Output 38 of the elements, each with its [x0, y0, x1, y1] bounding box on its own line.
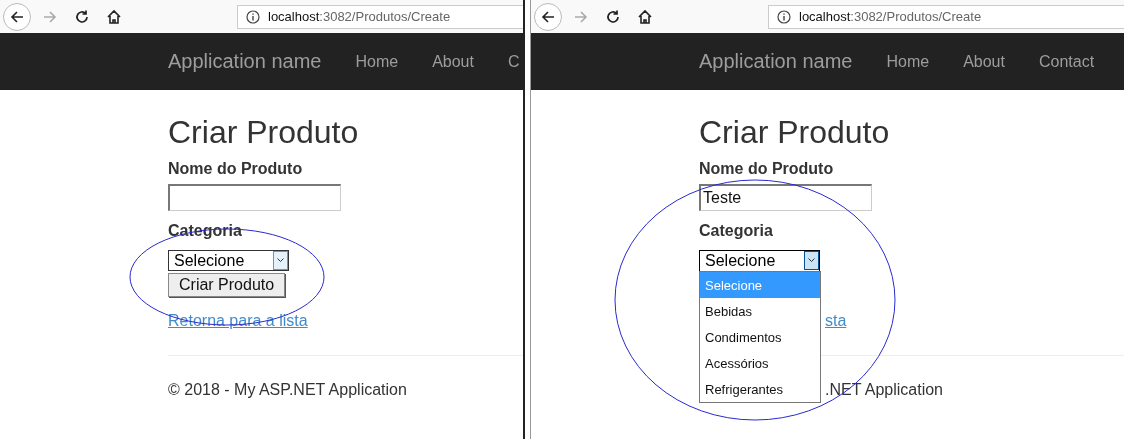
arrow-left-icon[interactable]: [540, 8, 556, 25]
arrow-left-icon[interactable]: [9, 8, 25, 25]
home-icon[interactable]: [106, 8, 122, 25]
back-button[interactable]: [534, 2, 562, 31]
brand-link[interactable]: Application name: [699, 50, 853, 73]
dropdown-option[interactable]: Refrigerantes: [700, 376, 820, 402]
back-button[interactable]: [3, 2, 31, 31]
nav-link[interactable]: Home: [355, 52, 399, 71]
brand-link[interactable]: Application name: [168, 50, 322, 73]
field-label: Nome do Produto: [168, 159, 304, 179]
nav-link[interactable]: About: [963, 52, 1005, 71]
reload-icon[interactable]: [605, 8, 621, 25]
dropdown-option[interactable]: Acessórios: [700, 350, 820, 376]
reload-icon[interactable]: [74, 8, 90, 25]
nav-link[interactable]: C: [507, 52, 520, 71]
category-dropdown[interactable]: Selecione: [699, 250, 820, 271]
page-title: Criar Produto: [168, 114, 360, 150]
info-icon[interactable]: [777, 9, 791, 24]
field-label: Nome do Produto: [699, 159, 835, 179]
footer-text: © 2018 - My ASP.NET Application: [168, 381, 407, 399]
chevron-down-icon: [277, 258, 284, 263]
input-field[interactable]: Teste: [699, 184, 872, 211]
info-icon[interactable]: [246, 9, 260, 24]
nav-link[interactable]: About: [432, 52, 474, 71]
address-bar[interactable]: localhost:3082/Produtos/Create: [768, 4, 1124, 29]
nav-link[interactable]: Home: [886, 52, 930, 71]
chevron-down-icon: [808, 258, 815, 263]
back-link[interactable]: sta: [825, 312, 847, 330]
input-field[interactable]: [168, 184, 341, 211]
dropdown-option[interactable]: Bebidas: [700, 298, 820, 324]
page-title: Criar Produto: [699, 114, 891, 150]
address-bar[interactable]: localhost:3082/Produtos/Create: [237, 4, 523, 29]
nav-link[interactable]: Contact: [1038, 52, 1095, 71]
submit-button[interactable]: Criar Produto: [168, 273, 286, 297]
home-icon[interactable]: [637, 8, 653, 25]
category-dropdown[interactable]: Selecione: [168, 250, 289, 271]
field-label: Categoria: [699, 221, 774, 241]
dropdown-option[interactable]: Condimentos: [700, 324, 820, 350]
